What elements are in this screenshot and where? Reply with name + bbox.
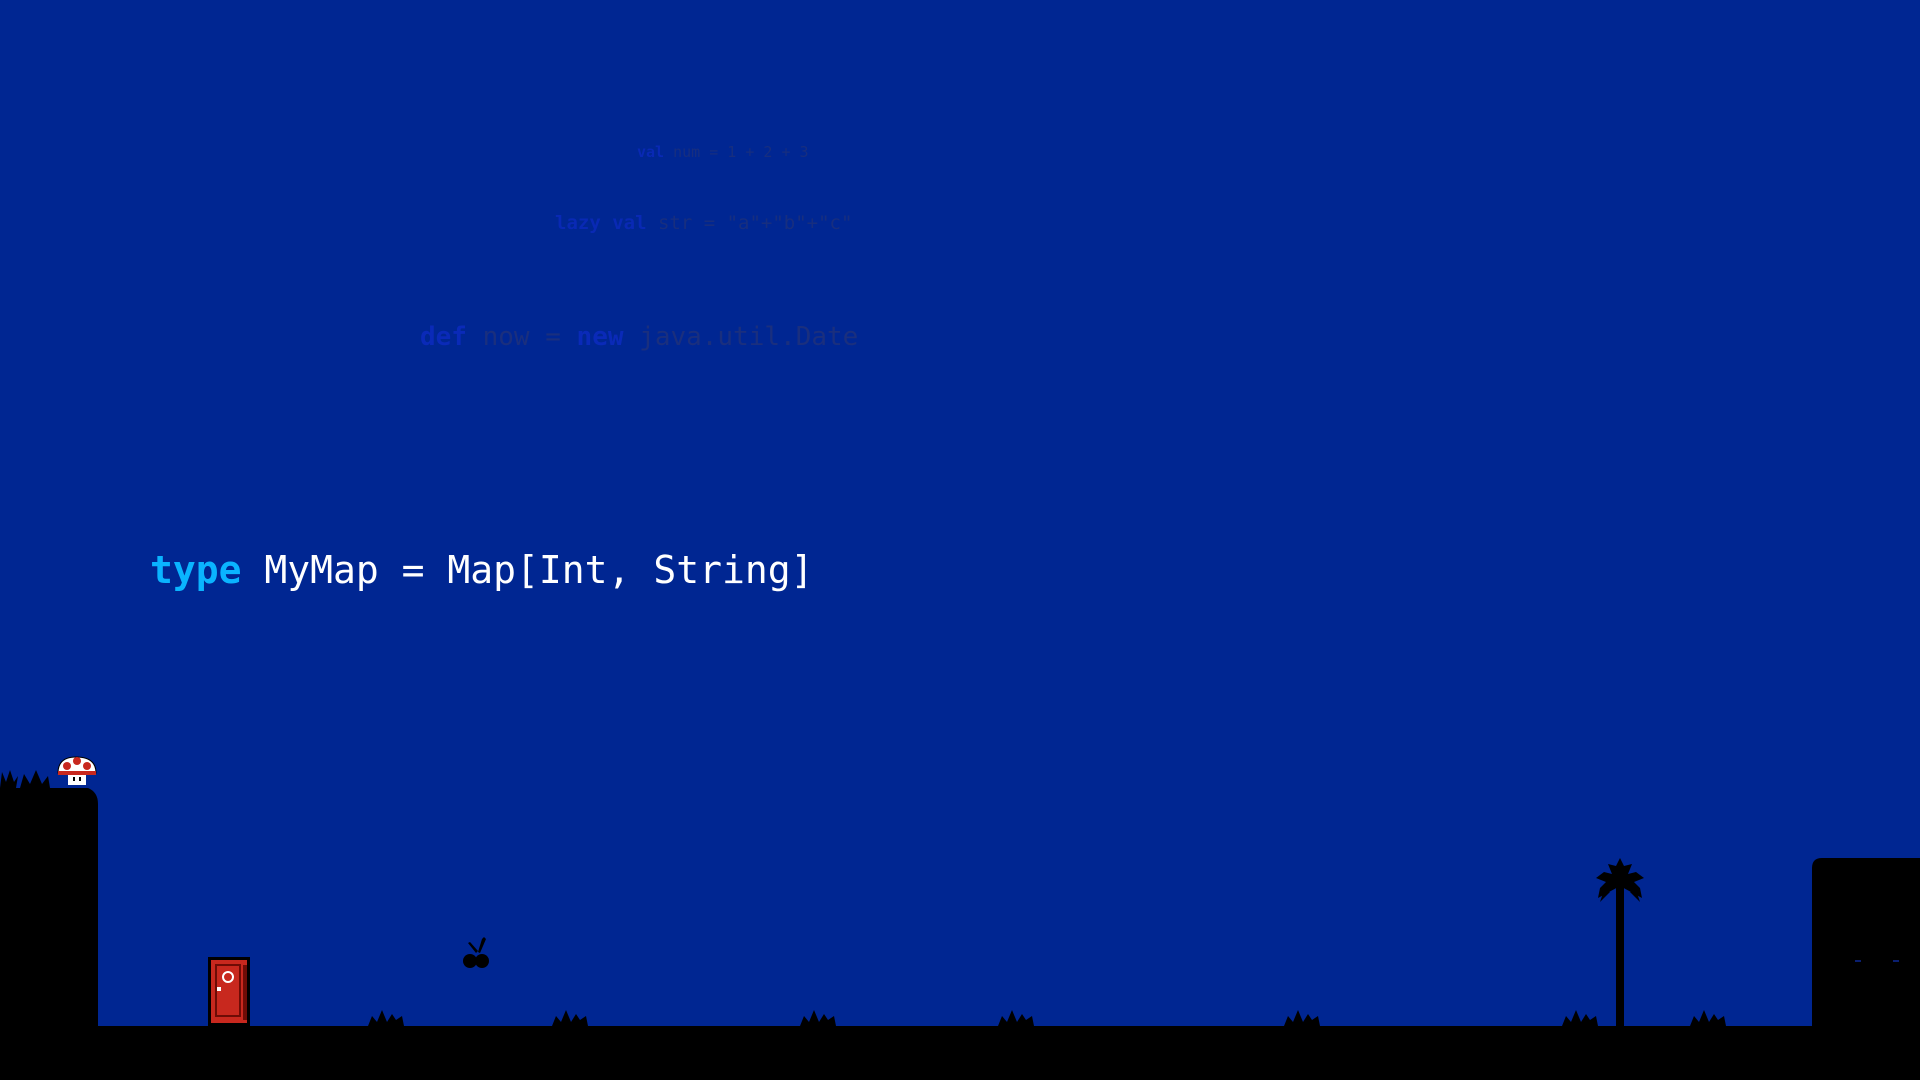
ground [0,1026,1920,1080]
grass-tuft-icon [1562,1010,1598,1026]
right-cliff-detail [1893,960,1899,962]
cherry-icon [463,937,489,968]
grass-tufts [368,1010,1726,1026]
right-cliff [1812,858,1920,1080]
door-icon [208,957,250,1026]
right-cliff-detail [1855,960,1861,962]
palm-tree-icon [1596,858,1644,1026]
game-scene: val num = 1 + 2 + 3 lazy val str = "a"+"… [0,0,1920,1080]
grass-tuft-icon [998,1010,1034,1026]
grass-tuft-icon [552,1010,588,1026]
mushroom-icon [57,756,97,785]
grass-tuft-icon [1284,1010,1320,1026]
grass-tuft-icon [1690,1010,1726,1026]
grass-tuft-icon [800,1010,836,1026]
grass-tuft-icon [368,1010,404,1026]
terrain-layer [0,756,1920,1080]
grass-tuft-icon [0,770,50,788]
